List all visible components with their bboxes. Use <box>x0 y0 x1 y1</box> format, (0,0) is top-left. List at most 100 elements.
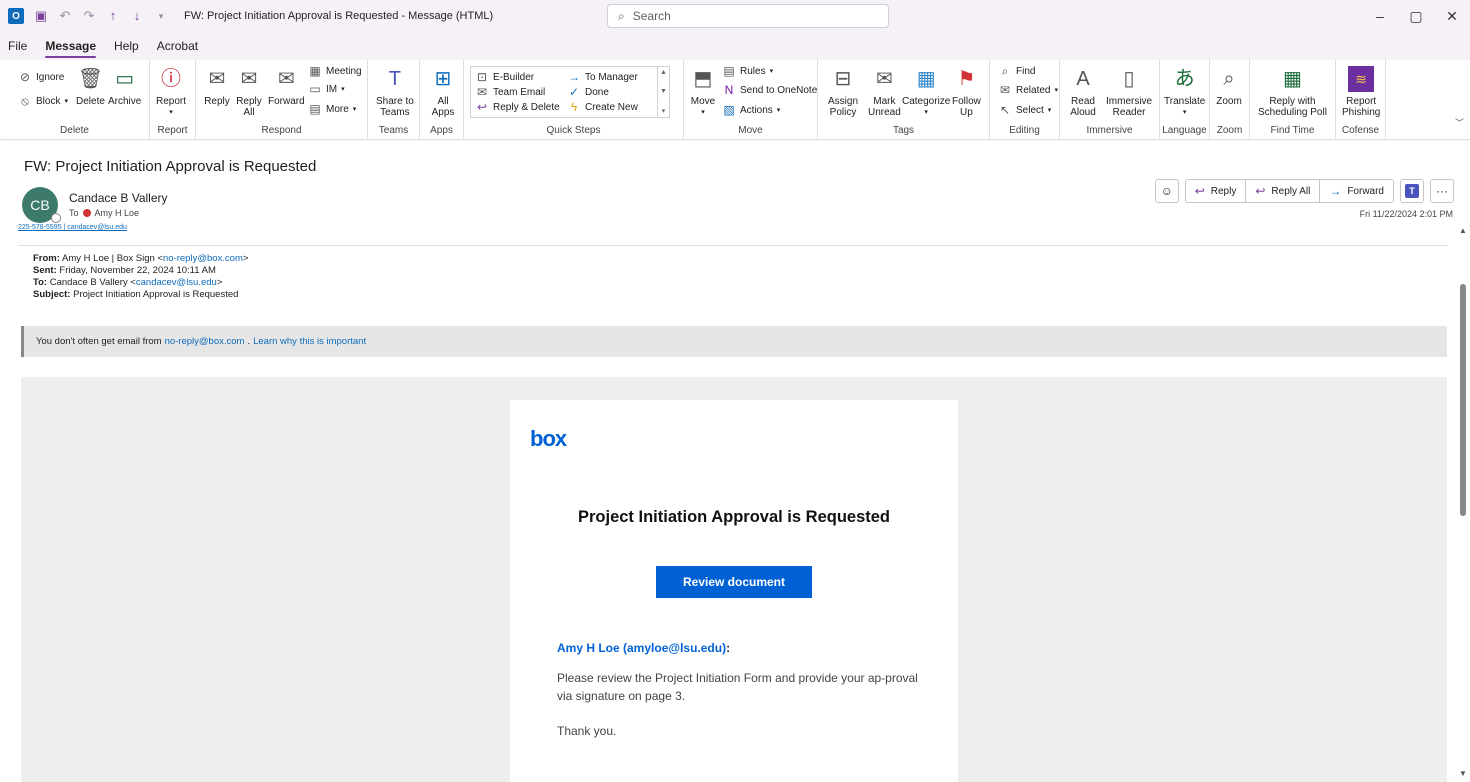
emoji-button[interactable]: ☺ <box>1154 179 1179 203</box>
scheduling-poll-button[interactable]: ▦ Reply with Scheduling Poll <box>1258 66 1327 119</box>
reply-button[interactable]: ✉ Reply <box>204 66 230 108</box>
zoom-button[interactable]: ⌕ Zoom <box>1216 66 1242 108</box>
to-email-link[interactable]: candacev@lsu.edu <box>136 277 217 288</box>
restore-icon[interactable]: ▢ <box>1398 0 1434 32</box>
sender-name[interactable]: Candace B Vallery <box>69 191 168 205</box>
translate-button[interactable]: あ Translate ▾ <box>1164 66 1205 118</box>
trash-icon: 🗑 <box>77 67 104 90</box>
customize-toolbar-icon[interactable]: ▾ <box>154 9 168 23</box>
scroll-up-icon[interactable]: ▲ <box>1459 226 1467 235</box>
tab-help[interactable]: Help <box>114 39 139 60</box>
find-icon: ⌕ <box>1001 63 1009 78</box>
review-document-button[interactable]: Review document <box>656 566 812 598</box>
from-email-link[interactable]: no-reply@box.com <box>163 253 243 264</box>
immersive-group-label: Immersive <box>1086 125 1133 136</box>
read-label-1: Read <box>1071 96 1095 107</box>
vertical-scrollbar[interactable]: ▲ ▼ <box>1456 222 1470 782</box>
all-apps-button[interactable]: ⊞ All Apps <box>430 66 456 119</box>
chevron-up-icon[interactable]: ▲ <box>660 69 667 76</box>
related-button[interactable]: ✉ Related ▾ <box>998 83 1058 97</box>
quickstep-done[interactable]: ✓ Done <box>567 85 609 99</box>
ribbon-expand-icon[interactable]: ﹀ <box>1455 116 1464 129</box>
rules-button[interactable]: ▤ Rules ▾ <box>722 64 773 78</box>
poll-label-2: Scheduling Poll <box>1258 107 1327 118</box>
reply-label: Reply <box>204 96 230 107</box>
quickstep-team-email[interactable]: ✉ Team Email <box>475 85 545 99</box>
scroll-down-icon[interactable]: ▼ <box>1459 769 1467 778</box>
box-logo: box <box>530 426 567 451</box>
warning-email-link[interactable]: no-reply@box.com <box>165 336 245 347</box>
meeting-button[interactable]: ▦ Meeting <box>308 64 361 78</box>
archive-button[interactable]: ▭ Archive <box>108 66 141 108</box>
immersive-reader-button[interactable]: ▯ Immersive Reader <box>1106 66 1152 119</box>
down-arrow-icon[interactable]: ↓ <box>130 9 144 23</box>
categorize-icon: ▦ <box>916 67 936 90</box>
delete-button[interactable]: 🗑 Delete <box>76 66 105 108</box>
quickstep-ebuilder[interactable]: ⊡ E-Builder <box>475 70 534 84</box>
select-button[interactable]: ↖ Select ▾ <box>998 103 1051 117</box>
im-button[interactable]: ▭ IM ▾ <box>308 82 344 96</box>
recipient-line: To Amy H Loe <box>69 208 139 218</box>
chevron-down-icon[interactable]: ▼ <box>660 88 667 95</box>
immersive-reader-icon: ▯ <box>1123 67 1135 90</box>
teams-chat-button[interactable]: T <box>1400 179 1424 203</box>
translate-icon: あ <box>1174 67 1195 90</box>
header-reply-button[interactable]: ↩ Reply <box>1186 180 1247 202</box>
tags-group-label: Tags <box>892 125 915 136</box>
warning-text: You don't often get email from <box>36 336 162 347</box>
recipient-name[interactable]: Amy H Loe <box>95 208 140 218</box>
report-button[interactable]: ⓘ Report ▾ <box>156 66 186 118</box>
fwd-to-name: Candace B Vallery < <box>49 277 136 288</box>
send-to-onenote-button[interactable]: N Send to OneNote <box>722 83 818 97</box>
phishing-label-1: Report <box>1346 96 1377 107</box>
reply-all-button[interactable]: ✉ Reply All <box>236 66 262 119</box>
mark-unread-button[interactable]: ✉ Mark Unread <box>868 66 901 119</box>
actions-button[interactable]: ▧ Actions ▾ <box>722 103 780 117</box>
find-button[interactable]: ⌕ Find <box>998 63 1036 78</box>
more-actions-button[interactable]: ··· <box>1430 179 1454 203</box>
search-input[interactable]: ⌕ Search <box>607 4 889 28</box>
quickstep-to-manager[interactable]: → To Manager <box>567 70 638 84</box>
undo-icon[interactable]: ↶ <box>58 9 72 23</box>
save-icon[interactable]: ▣ <box>34 9 48 23</box>
reply-delete-label: Reply & Delete <box>493 101 560 113</box>
block-button[interactable]: ⦸ Block ▾ <box>18 94 68 108</box>
poll-label-1: Reply with <box>1269 96 1316 107</box>
forward-button[interactable]: ✉ Forward <box>268 66 305 108</box>
scroll-thumb[interactable] <box>1460 284 1466 516</box>
close-icon[interactable]: ✕ <box>1434 0 1470 32</box>
tab-file[interactable]: File <box>8 39 27 60</box>
report-group-label: Report <box>157 125 188 136</box>
assign-policy-button[interactable]: ⊟ Assign Policy <box>828 66 858 119</box>
header-reply-all-button[interactable]: ↩ Reply All <box>1246 180 1321 202</box>
lightning-icon: ϟ <box>570 100 578 114</box>
move-button[interactable]: ⬒ Move ▾ <box>690 66 716 118</box>
expand-icon[interactable]: ▾ <box>662 107 666 115</box>
follow-up-button[interactable]: ⚑ Follow Up <box>952 66 981 119</box>
to-manager-label: To Manager <box>585 71 638 83</box>
more-respond-button[interactable]: ▤ More ▾ <box>308 102 356 116</box>
redo-icon[interactable]: ↷ <box>82 9 96 23</box>
tab-message[interactable]: Message <box>45 39 96 60</box>
search-icon: ⌕ <box>618 8 625 23</box>
minimize-icon[interactable]: – <box>1362 0 1398 32</box>
delete-group: ⊘ Ignore ⦸ Block ▾ 🗑 Delete ▭ Archive Delete <box>0 60 150 140</box>
share-to-teams-button[interactable]: T Share to Teams <box>376 66 414 119</box>
up-arrow-icon[interactable]: ↑ <box>106 9 120 23</box>
follow-label-1: Follow <box>952 96 981 107</box>
forward-icon: ✉ <box>277 67 295 90</box>
reply-icon: ✉ <box>208 67 226 90</box>
arrow-right-icon: → <box>568 70 580 84</box>
categorize-button[interactable]: ▦ Categorize ▾ <box>902 66 950 118</box>
requester-link[interactable]: Amy H Loe (amyloe@lsu.edu) <box>557 641 726 655</box>
report-phishing-button[interactable]: ≋ Report Phishing <box>1342 66 1380 118</box>
to-label: To <box>69 208 79 218</box>
learn-why-link[interactable]: Learn why this is important <box>253 336 366 347</box>
tab-acrobat[interactable]: Acrobat <box>157 39 198 60</box>
quick-steps-scroll[interactable]: ▲ ▼ ▾ <box>657 67 669 117</box>
quickstep-reply-delete[interactable]: ↩ Reply & Delete <box>475 100 560 114</box>
ignore-button[interactable]: ⊘ Ignore <box>18 70 64 84</box>
header-forward-button[interactable]: → Forward <box>1320 180 1393 202</box>
quickstep-create-new[interactable]: ϟ Create New <box>567 100 638 114</box>
read-aloud-button[interactable]: A Read Aloud <box>1070 66 1096 119</box>
